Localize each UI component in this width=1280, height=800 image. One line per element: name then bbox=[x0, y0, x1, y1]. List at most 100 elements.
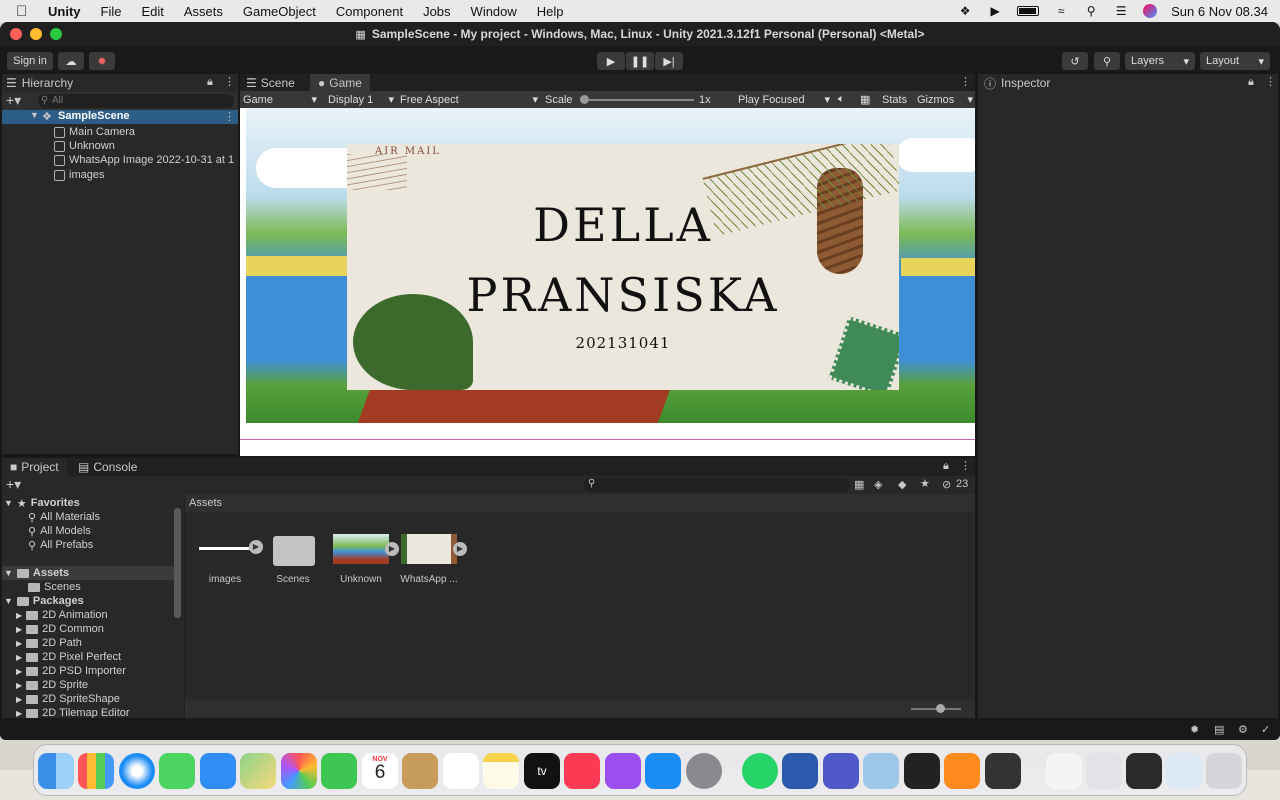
expand-arrow-icon[interactable]: ▼ bbox=[4, 568, 13, 578]
favorite-all-prefabs[interactable]: ⚲ All Prefabs bbox=[28, 538, 93, 552]
package-2d-spriteshape[interactable]: ▶ 2D SpriteShape bbox=[16, 692, 120, 706]
add-icon[interactable]: +▾ bbox=[6, 92, 21, 109]
tag-icon[interactable]: ◆ bbox=[898, 478, 906, 491]
battery-icon[interactable] bbox=[1017, 6, 1040, 16]
favorite-all-materials[interactable]: ⚲ All Materials bbox=[28, 510, 100, 524]
pause-button[interactable]: ❚❚ bbox=[626, 52, 654, 70]
minimize-window-button[interactable] bbox=[30, 28, 42, 40]
document-thumbnail-icon[interactable] bbox=[1166, 753, 1202, 789]
expand-arrow-icon[interactable]: ▼ bbox=[30, 110, 39, 120]
hierarchy-item-images[interactable]: images bbox=[54, 168, 104, 182]
hierarchy-tab[interactable]: ☰ Hierarchy bbox=[6, 74, 73, 92]
package-2d-pixel-perfect[interactable]: ▶ 2D Pixel Perfect bbox=[16, 650, 121, 664]
project-search-input[interactable]: ⚲ bbox=[584, 478, 850, 492]
menu-edit[interactable]: Edit bbox=[141, 4, 163, 19]
notes-icon[interactable] bbox=[483, 753, 519, 789]
package-2d-path[interactable]: ▶ 2D Path bbox=[16, 636, 82, 650]
assets-breadcrumb[interactable]: Assets bbox=[185, 494, 975, 512]
more-options-icon[interactable]: ⋮ bbox=[960, 75, 971, 88]
star-icon[interactable]: ★ bbox=[920, 477, 930, 490]
slider-thumb[interactable] bbox=[936, 704, 945, 713]
scale-slider[interactable] bbox=[580, 91, 694, 108]
collapsed-arrow-icon[interactable]: ▶ bbox=[16, 681, 22, 690]
control-center-icon[interactable]: ☰ bbox=[1113, 4, 1129, 18]
messages-icon[interactable] bbox=[159, 753, 195, 789]
menu-jobs[interactable]: Jobs bbox=[423, 4, 450, 19]
add-icon[interactable]: +▾ bbox=[6, 476, 21, 493]
game-mode-dropdown[interactable]: Game ▾ bbox=[243, 91, 319, 108]
play-badge-icon[interactable]: ▶ bbox=[453, 542, 467, 556]
layout-dropdown[interactable]: Layout ▾ bbox=[1200, 52, 1270, 70]
asset-whatsapp-image[interactable]: ▶ bbox=[401, 534, 467, 564]
wifi-icon[interactable]: ≈ bbox=[1053, 4, 1069, 18]
tree-scrollbar[interactable] bbox=[174, 508, 181, 618]
favorites-header[interactable]: ▼ ★ Favorites bbox=[4, 496, 80, 510]
reminders-icon[interactable] bbox=[443, 753, 479, 789]
menu-assets[interactable]: Assets bbox=[184, 4, 223, 19]
history-icon[interactable]: ↺ bbox=[1062, 52, 1088, 70]
hierarchy-search-input[interactable]: ⚲ All bbox=[38, 94, 234, 108]
menu-file[interactable]: File bbox=[101, 4, 122, 19]
lock-icon[interactable]: 🔒︎ bbox=[1248, 76, 1254, 89]
zoom-window-button[interactable] bbox=[50, 28, 62, 40]
expand-arrow-icon[interactable]: ▼ bbox=[4, 498, 13, 508]
more-options-icon[interactable]: ⋮ bbox=[960, 459, 971, 472]
play-badge-icon[interactable]: ▶ bbox=[249, 540, 263, 554]
package-2d-animation[interactable]: ▶ 2D Animation bbox=[16, 608, 108, 622]
preview-icon[interactable] bbox=[863, 753, 899, 789]
more-options-icon[interactable]: ⋮ bbox=[224, 75, 235, 88]
asset-unknown[interactable]: ▶ bbox=[333, 534, 399, 564]
stats-button[interactable]: Stats bbox=[882, 91, 907, 108]
system-preferences-icon[interactable] bbox=[686, 753, 722, 789]
play-circle-icon[interactable]: ▶ bbox=[987, 4, 1003, 18]
play-focused-dropdown[interactable]: Play Focused ▾ bbox=[738, 91, 830, 108]
sign-in-button[interactable]: Sign in bbox=[7, 52, 53, 70]
package-2d-tilemap-editor[interactable]: ▶ 2D Tilemap Editor bbox=[16, 706, 130, 718]
lock-icon[interactable]: 🔒︎ bbox=[207, 76, 213, 89]
document-thumbnail-icon[interactable] bbox=[1086, 753, 1122, 789]
progress-icon[interactable]: ✓ bbox=[1261, 723, 1270, 736]
slider-thumb[interactable] bbox=[580, 95, 589, 104]
debug-icon[interactable]: ✹ bbox=[1190, 723, 1199, 736]
collapsed-arrow-icon[interactable]: ▶ bbox=[16, 667, 22, 676]
step-button[interactable]: ▶| bbox=[655, 52, 683, 70]
play-badge-icon[interactable]: ▶ bbox=[385, 542, 399, 556]
menu-window[interactable]: Window bbox=[471, 4, 517, 19]
apple-tv-icon[interactable]: tv bbox=[524, 753, 560, 789]
expand-arrow-icon[interactable]: ▼ bbox=[4, 596, 13, 606]
cache-server-icon[interactable]: ▤ bbox=[1214, 723, 1224, 736]
unity-hub-icon[interactable] bbox=[904, 753, 940, 789]
collapsed-arrow-icon[interactable]: ▶ bbox=[16, 709, 22, 718]
facetime-icon[interactable] bbox=[321, 753, 357, 789]
tab-game[interactable]: ● Game bbox=[310, 74, 370, 91]
photos-icon[interactable] bbox=[281, 753, 317, 789]
gizmos-dropdown[interactable]: Gizmos ▾ bbox=[917, 91, 973, 108]
asset-folder-scenes[interactable] bbox=[273, 532, 317, 566]
package-2d-psd-importer[interactable]: ▶ 2D PSD Importer bbox=[16, 664, 126, 678]
menu-component[interactable]: Component bbox=[336, 4, 403, 19]
search-icon[interactable]: ⚲ bbox=[1094, 52, 1120, 70]
mute-audio-icon[interactable]: 🔈︎ bbox=[838, 91, 845, 108]
cloud-icon[interactable]: ☁ bbox=[58, 52, 84, 70]
play-button[interactable]: ▶ bbox=[597, 52, 625, 70]
menu-help[interactable]: Help bbox=[537, 4, 564, 19]
tab-project[interactable]: ■ Project bbox=[2, 458, 67, 476]
maps-icon[interactable] bbox=[240, 753, 276, 789]
layers-dropdown[interactable]: Layers ▾ bbox=[1125, 52, 1195, 70]
trash-icon[interactable] bbox=[1206, 753, 1242, 789]
hidden-packages-icon[interactable]: ⊘ bbox=[942, 478, 951, 491]
inspector-tab[interactable]: ⓘ Inspector bbox=[984, 74, 1050, 92]
more-options-icon[interactable]: ⋮ bbox=[1265, 75, 1276, 88]
calendar-icon[interactable]: NOV 6 bbox=[362, 753, 398, 789]
favorite-all-models[interactable]: ⚲ All Models bbox=[28, 524, 91, 538]
whatsapp-icon[interactable] bbox=[742, 753, 778, 789]
assets-header[interactable]: ▼ Assets bbox=[2, 566, 174, 580]
package-2d-common[interactable]: ▶ 2D Common bbox=[16, 622, 104, 636]
close-window-button[interactable] bbox=[10, 28, 22, 40]
app-store-icon[interactable] bbox=[645, 753, 681, 789]
unity-status-icon[interactable]: ❖ bbox=[957, 4, 973, 18]
document-thumbnail-icon[interactable] bbox=[1046, 753, 1082, 789]
auto-generate-icon[interactable]: ⚙ bbox=[1238, 723, 1248, 736]
asset-images[interactable]: ▶ bbox=[197, 532, 263, 562]
package-2d-sprite[interactable]: ▶ 2D Sprite bbox=[16, 678, 88, 692]
